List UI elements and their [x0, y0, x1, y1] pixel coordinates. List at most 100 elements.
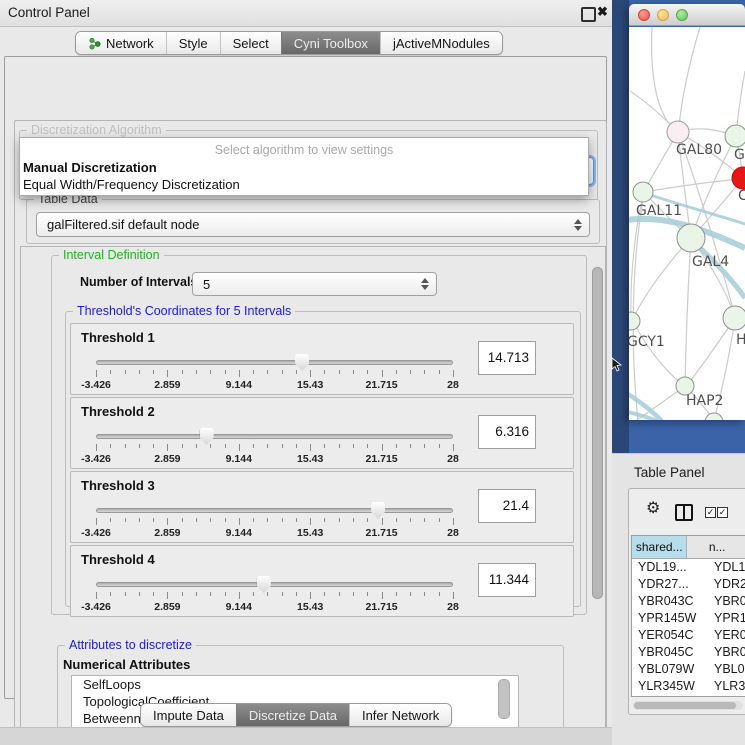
cell-name[interactable]: YLR3: [706, 678, 745, 695]
table-row[interactable]: YPR145WYPR1: [632, 610, 745, 627]
scale-label: 15.43: [297, 527, 323, 539]
column-header-shared[interactable]: shared...: [632, 536, 687, 558]
zoom-traffic-light-icon[interactable]: [676, 9, 688, 21]
tick-mark: [324, 518, 325, 522]
tick-mark: [167, 444, 168, 451]
network-node-ga[interactable]: [725, 125, 745, 147]
list-scrollbar-thumb[interactable]: [498, 679, 510, 719]
cell-shared-name[interactable]: YDL19...: [632, 559, 706, 576]
table-row[interactable]: YDR27...YDR2: [632, 576, 745, 593]
tab-label: Network: [106, 36, 154, 51]
table-row[interactable]: YDL19...YDL1: [632, 559, 745, 576]
threshold-value-field[interactable]: 14.713: [478, 341, 536, 375]
slider-track[interactable]: [96, 508, 453, 513]
column-header-name[interactable]: n...: [687, 536, 745, 558]
checkbox-icon[interactable]: ✓: [705, 507, 716, 518]
tab-discretize-data[interactable]: Discretize Data: [236, 704, 349, 726]
tick-mark: [253, 444, 254, 448]
gear-icon[interactable]: ⚙: [646, 501, 660, 517]
network-node-gcy1[interactable]: [629, 312, 640, 330]
network-node[interactable]: [705, 413, 723, 420]
tick-mark: [125, 592, 126, 596]
slider-thumb[interactable]: [295, 354, 309, 371]
number-of-intervals-combobox[interactable]: 5: [192, 272, 437, 296]
slider-thumb[interactable]: [371, 502, 385, 519]
tab-network[interactable]: Network: [76, 32, 166, 54]
tab-select[interactable]: Select: [220, 32, 281, 54]
cell-name[interactable]: YDL1: [706, 559, 745, 576]
table-row[interactable]: YBR043CYBR0: [632, 593, 745, 610]
cell-name[interactable]: YIL0: [706, 695, 740, 697]
cell-name[interactable]: YBL0: [706, 661, 745, 678]
table-data-combobox[interactable]: galFiltered.sif default node: [36, 212, 590, 237]
tick-mark: [239, 518, 240, 525]
slider-scale-labels: -3.4262.8599.14415.4321.71528: [96, 379, 453, 391]
scale-label: 2.859: [154, 453, 180, 465]
table-row[interactable]: YBR045CYBR0: [632, 644, 745, 661]
cell-shared-name[interactable]: YDR27...: [632, 576, 706, 593]
numerical-attributes-label: Numerical Attributes: [63, 657, 190, 672]
algorithm-option-equal-width-frequency-discretization[interactable]: Equal Width/Frequency Discretization: [23, 177, 240, 192]
cell-name[interactable]: YPR1: [706, 610, 745, 627]
threshold-value-field[interactable]: 21.4: [478, 489, 536, 523]
tab-style[interactable]: Style: [166, 32, 220, 54]
slider-thumb[interactable]: [200, 428, 214, 445]
tab-impute-data[interactable]: Impute Data: [141, 704, 236, 726]
minimize-traffic-light-icon[interactable]: [657, 9, 669, 21]
combo-stepper-icon[interactable]: [574, 219, 582, 231]
cell-shared-name[interactable]: YBR045C: [632, 644, 706, 661]
table-hscrollbar-thumb[interactable]: [634, 702, 736, 709]
table-row[interactable]: YLR345WYLR3: [632, 678, 745, 695]
cell-shared-name[interactable]: YIL052C: [632, 695, 706, 697]
cell-shared-name[interactable]: YBR043C: [632, 593, 706, 610]
cell-name[interactable]: YER0: [706, 627, 745, 644]
tick-mark: [225, 518, 226, 522]
tick-mark: [253, 592, 254, 596]
network-node-gal80[interactable]: [667, 121, 689, 143]
slider-track[interactable]: [96, 582, 453, 587]
close-icon[interactable]: ✖: [597, 4, 608, 20]
tab-jactivemnodules[interactable]: jActiveMNodules: [380, 32, 502, 54]
cell-name[interactable]: YBR0: [706, 644, 745, 661]
network-node-h[interactable]: [723, 306, 745, 330]
table-row[interactable]: YER054CYER0: [632, 627, 745, 644]
attribute-item-selfloops[interactable]: SelfLoops: [72, 676, 518, 693]
cyni-toolbox-panel: Discretization Algorithm Select algorith…: [4, 56, 607, 699]
splitter-strip[interactable]: [612, 0, 629, 453]
algorithm-placeholder-item[interactable]: Select algorithm to view settings: [20, 143, 588, 157]
slider-track[interactable]: [96, 434, 453, 439]
table-row[interactable]: YIL052CYIL0: [632, 695, 745, 697]
tab-infer-network[interactable]: Infer Network: [349, 704, 451, 726]
close-traffic-light-icon[interactable]: [638, 9, 650, 21]
table-row[interactable]: YBL079WYBL0: [632, 661, 745, 678]
cell-name[interactable]: YBR0: [706, 593, 745, 610]
slider-thumb[interactable]: [257, 576, 271, 593]
cell-shared-name[interactable]: YBL079W: [632, 661, 706, 678]
node-label-hap2: HAP2: [686, 393, 723, 409]
cell-shared-name[interactable]: YPR145W: [632, 610, 706, 627]
tab-cyni-toolbox[interactable]: Cyni Toolbox: [281, 32, 380, 54]
cell-name[interactable]: YDR2: [706, 576, 745, 593]
tick-mark: [324, 592, 325, 596]
tick-mark: [196, 370, 197, 374]
scale-label: 21.715: [366, 601, 398, 613]
cell-shared-name[interactable]: YER054C: [632, 627, 706, 644]
scale-label: 15.43: [297, 601, 323, 613]
network-node-gal4[interactable]: [677, 224, 705, 252]
viewport-scrollbar-thumb[interactable]: [592, 267, 603, 599]
combo-stepper-icon[interactable]: [421, 278, 429, 290]
split-view-icon[interactable]: [675, 504, 693, 521]
tick-mark: [182, 592, 183, 596]
threshold-value-field[interactable]: 6.316: [478, 415, 536, 449]
screen: Control Panel ✖ NetworkStyleSelectCyni T…: [0, 0, 745, 745]
checkbox-icon[interactable]: ✓: [717, 507, 728, 518]
float-window-icon[interactable]: [581, 7, 596, 22]
network-node-gal11[interactable]: [633, 182, 653, 202]
cell-shared-name[interactable]: YLR345W: [632, 678, 706, 695]
table-hscrollbar[interactable]: [633, 701, 743, 710]
algorithm-option-manual-discretization[interactable]: Manual Discretization: [23, 160, 157, 175]
network-canvas[interactable]: GAL80GACGAL11GAL4GCY1HHAP2: [629, 27, 745, 420]
slider-track[interactable]: [96, 360, 453, 365]
tick-mark: [396, 518, 397, 522]
threshold-value-field[interactable]: 11.344: [478, 563, 536, 597]
